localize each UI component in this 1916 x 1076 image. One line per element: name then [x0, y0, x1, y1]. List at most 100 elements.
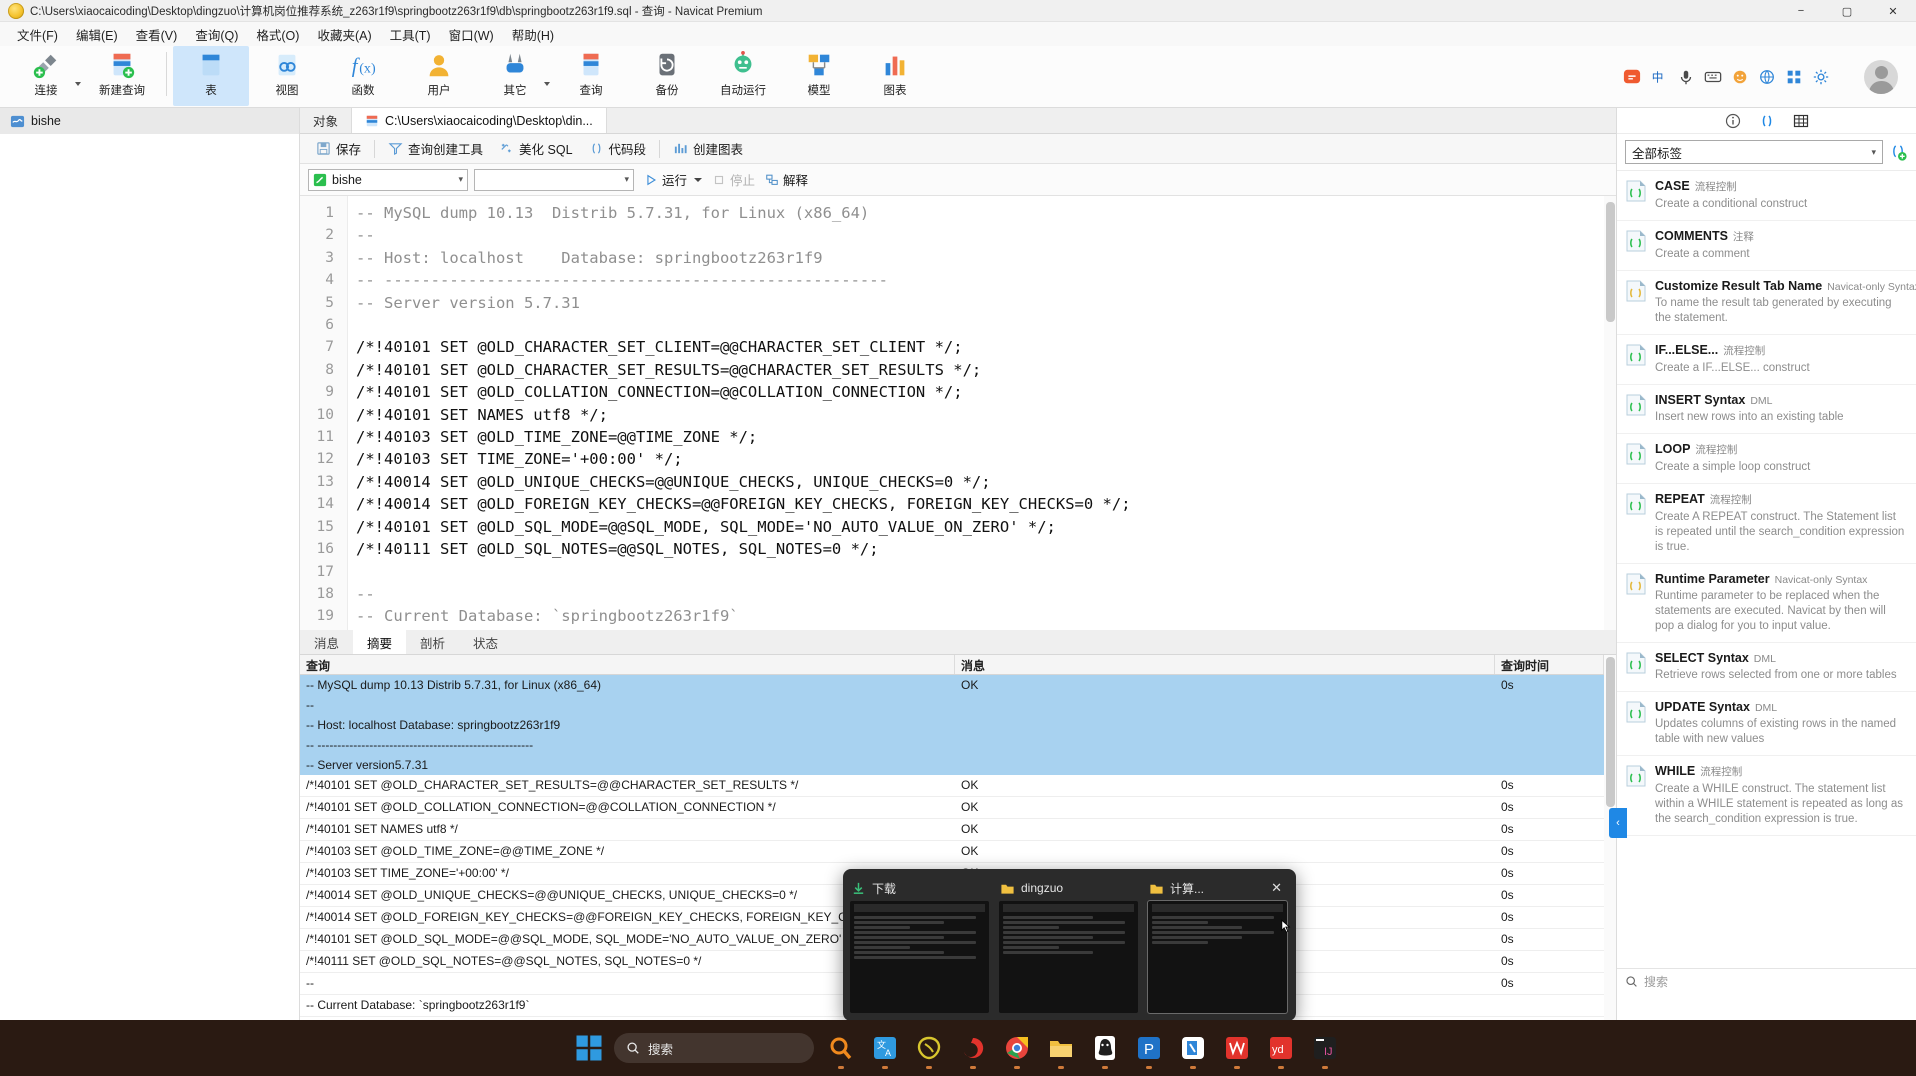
- tag-filter-select[interactable]: 全部标签 ▾: [1625, 140, 1883, 164]
- snippet-search-row[interactable]: 搜索: [1617, 968, 1916, 994]
- toolbar-button-function[interactable]: f (x) 函数: [325, 46, 401, 106]
- code-snippet-button[interactable]: 代码段: [581, 137, 655, 160]
- apps-icon[interactable]: [1785, 68, 1803, 86]
- emoji-icon[interactable]: [1731, 68, 1749, 86]
- avatar[interactable]: [1864, 60, 1898, 94]
- taskbar-app-onenote[interactable]: [1176, 1031, 1210, 1069]
- beautify-sql-button[interactable]: 美化 SQL: [491, 137, 581, 160]
- list-item[interactable]: Customize Result Tab Name Navicat-only Sy…: [1617, 271, 1916, 335]
- list-item[interactable]: UPDATE Syntax DML Updates columns of exis…: [1617, 692, 1916, 756]
- list-item[interactable]: IF...ELSE... 流程控制 Create a IF...ELSE... c…: [1617, 335, 1916, 385]
- menu-item-edit[interactable]: 编辑(E): [67, 22, 127, 47]
- toolbar-button-others[interactable]: 其它: [477, 46, 553, 106]
- minimize-button[interactable]: −: [1778, 0, 1824, 22]
- sql-editor[interactable]: 1 -- MySQL dump 10.13 Distrib 5.7.31, for…: [300, 196, 1616, 630]
- create-chart-button[interactable]: 创建图表: [665, 137, 751, 160]
- list-item[interactable]: SELECT Syntax DML Retrieve rows selected …: [1617, 643, 1916, 692]
- chevron-down-icon[interactable]: ▾: [1871, 147, 1876, 158]
- taskbar-app-translate[interactable]: 文 A: [868, 1031, 902, 1069]
- menu-item-format[interactable]: 格式(O): [247, 22, 308, 47]
- column-header-message[interactable]: 消息: [955, 655, 1495, 674]
- list-item[interactable]: LOOP 流程控制 Create a simple loop construct: [1617, 434, 1916, 484]
- table-grid-icon[interactable]: [1793, 113, 1809, 129]
- taskbar-app-chrome[interactable]: [1000, 1031, 1034, 1069]
- chevron-down-icon[interactable]: ▾: [458, 174, 463, 185]
- editor-scrollbar-thumb[interactable]: [1606, 202, 1615, 322]
- toolbar-button-view[interactable]: 视图: [249, 46, 325, 106]
- table-row[interactable]: /*!40103 SET @OLD_TIME_ZONE=@@TIME_ZONE …: [300, 841, 1616, 863]
- toolbar-button-new-query[interactable]: 新建查询: [84, 46, 160, 106]
- thumbnail-item[interactable]: dingzuo: [996, 875, 1141, 1013]
- menu-item-help[interactable]: 帮助(H): [503, 22, 563, 47]
- menu-item-tools[interactable]: 工具(T): [381, 22, 440, 47]
- menu-item-query[interactable]: 查询(Q): [186, 22, 247, 47]
- secondary-select[interactable]: ▾: [474, 168, 634, 191]
- close-icon[interactable]: ✕: [1267, 880, 1286, 896]
- toolbar-button-automation[interactable]: 自动运行: [705, 46, 781, 106]
- code-snippet-icon[interactable]: [1759, 113, 1775, 129]
- taskbar-app-douyin[interactable]: [956, 1031, 990, 1069]
- thumbnail-preview[interactable]: [999, 901, 1138, 1013]
- windows-start-icon[interactable]: [574, 1033, 604, 1063]
- chevron-down-icon[interactable]: [75, 82, 81, 86]
- explain-button[interactable]: 解释: [765, 170, 808, 189]
- toolbar-button-model[interactable]: 模型: [781, 46, 857, 106]
- taskbar-search[interactable]: 搜索: [614, 1033, 814, 1063]
- tab-summary[interactable]: 摘要: [353, 630, 407, 654]
- taskbar-thumbnail-popup[interactable]: 下载 dingzuo 计算... ✕: [843, 869, 1296, 1021]
- close-button[interactable]: ✕: [1870, 0, 1916, 22]
- grid-scrollbar-thumb[interactable]: [1606, 657, 1615, 807]
- column-header-time[interactable]: 查询时间: [1495, 655, 1604, 674]
- taskbar-app-youdao[interactable]: yd: [1264, 1031, 1298, 1069]
- menu-item-file[interactable]: 文件(F): [8, 22, 67, 47]
- toolbar-button-query[interactable]: 查询: [553, 46, 629, 106]
- taskbar-app-wps[interactable]: [1220, 1031, 1254, 1069]
- tab-sql-file[interactable]: C:\Users\xiaocaicoding\Desktop\din...: [352, 108, 607, 133]
- table-row[interactable]: /*!40101 SET @OLD_COLLATION_CONNECTION=@…: [300, 797, 1616, 819]
- chevron-down-icon[interactable]: [544, 82, 550, 86]
- toolbar-button-backup[interactable]: 备份: [629, 46, 705, 106]
- menu-bar[interactable]: 文件(F) 编辑(E) 查看(V) 查询(Q) 格式(O) 收藏夹(A) 工具(…: [0, 22, 1916, 46]
- chevron-down-icon[interactable]: ▾: [624, 174, 629, 185]
- editor-scrollbar[interactable]: [1604, 196, 1616, 630]
- menu-item-window[interactable]: 窗口(W): [440, 22, 503, 47]
- toolbar-button-user[interactable]: 用户: [401, 46, 477, 106]
- taskbar-app-qq[interactable]: [1088, 1031, 1122, 1069]
- sogou-logo-icon[interactable]: [1623, 68, 1641, 86]
- collapse-panel-button[interactable]: ‹: [1609, 808, 1627, 838]
- globe-icon[interactable]: [1758, 68, 1776, 86]
- taskbar-app-navicat[interactable]: [912, 1031, 946, 1069]
- taskbar-app-file-explorer[interactable]: [1044, 1031, 1078, 1069]
- list-item[interactable]: Runtime Parameter Navicat-only Syntax Run…: [1617, 564, 1916, 643]
- toolbar-button-chart[interactable]: 图表: [857, 46, 933, 106]
- add-snippet-icon[interactable]: [1889, 143, 1908, 162]
- table-row[interactable]: /*!40101 SET @OLD_CHARACTER_SET_RESULTS=…: [300, 775, 1616, 797]
- thumbnail-preview[interactable]: [850, 901, 989, 1013]
- taskbar-app-powerpoint[interactable]: P: [1132, 1031, 1166, 1069]
- tab-objects[interactable]: 对象: [300, 108, 353, 133]
- list-item[interactable]: WHILE 流程控制 Create a WHILE construct. The …: [1617, 756, 1916, 836]
- snippet-list[interactable]: CASE 流程控制 Create a conditional construct …: [1617, 170, 1916, 968]
- taskbar-app-intellij-idea[interactable]: IJ: [1308, 1031, 1342, 1069]
- thumbnail-item[interactable]: 下载: [847, 875, 992, 1013]
- chevron-down-icon[interactable]: [694, 177, 703, 182]
- tab-status[interactable]: 状态: [459, 630, 512, 654]
- settings-gear-icon[interactable]: [1812, 68, 1830, 86]
- menu-item-view[interactable]: 查看(V): [127, 22, 187, 47]
- microphone-icon[interactable]: [1677, 68, 1695, 86]
- list-item[interactable]: INSERT Syntax DML Insert new rows into an…: [1617, 385, 1916, 434]
- tab-messages[interactable]: 消息: [300, 630, 353, 654]
- ime-toolbar[interactable]: 中: [1615, 64, 1838, 90]
- tab-profile[interactable]: 剖析: [406, 630, 459, 654]
- column-header-query[interactable]: 查询: [300, 655, 955, 674]
- table-row-selected[interactable]: -- MySQL dump 10.13 Distrib 5.7.31, for …: [300, 675, 1616, 775]
- query-builder-button[interactable]: 查询创建工具: [380, 137, 491, 160]
- info-icon[interactable]: [1725, 113, 1741, 129]
- toolbar-button-table[interactable]: 表: [173, 46, 249, 106]
- database-select[interactable]: bishe ▾: [308, 168, 468, 191]
- run-button[interactable]: 运行: [644, 170, 703, 189]
- list-item[interactable]: REPEAT 流程控制 Create A REPEAT construct. Th…: [1617, 484, 1916, 564]
- toolbar-button-connection[interactable]: 连接: [8, 46, 84, 106]
- chinese-mode-icon[interactable]: 中: [1650, 68, 1668, 86]
- menu-item-favorites[interactable]: 收藏夹(A): [308, 22, 380, 47]
